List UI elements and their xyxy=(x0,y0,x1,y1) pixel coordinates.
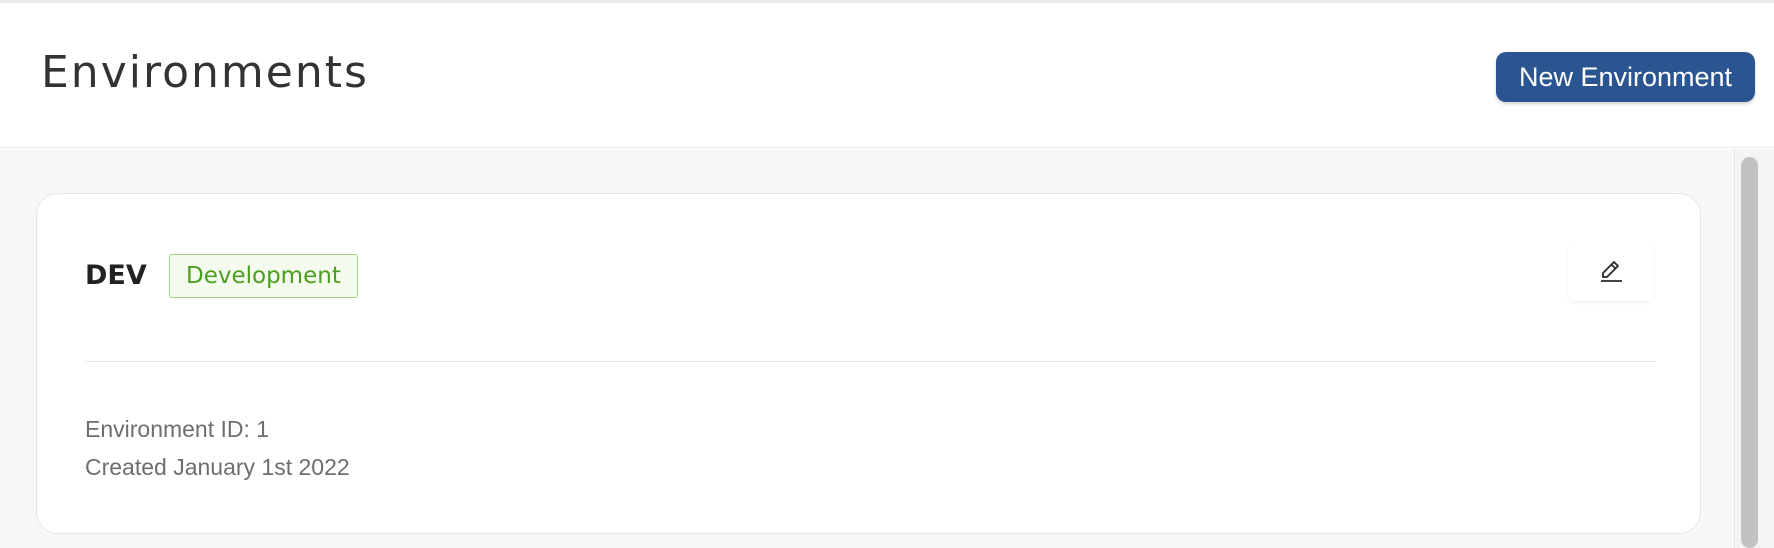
environment-type-badge: Development xyxy=(169,254,358,298)
environment-name: DEV xyxy=(85,260,147,291)
environment-id: Environment ID: 1 xyxy=(85,416,270,442)
page-title: Environments xyxy=(41,47,369,98)
environment-card: DEV Development Environment ID: 1 Create… xyxy=(36,193,1701,534)
new-environment-button[interactable]: New Environment xyxy=(1496,52,1755,102)
environment-created-date: Created January 1st 2022 xyxy=(85,454,350,480)
page-header: Environments New Environment xyxy=(0,3,1774,148)
edit-environment-button[interactable] xyxy=(1568,241,1654,301)
pencil-icon xyxy=(1601,261,1622,282)
scrollbar-thumb[interactable] xyxy=(1741,157,1758,548)
card-divider xyxy=(85,361,1656,362)
